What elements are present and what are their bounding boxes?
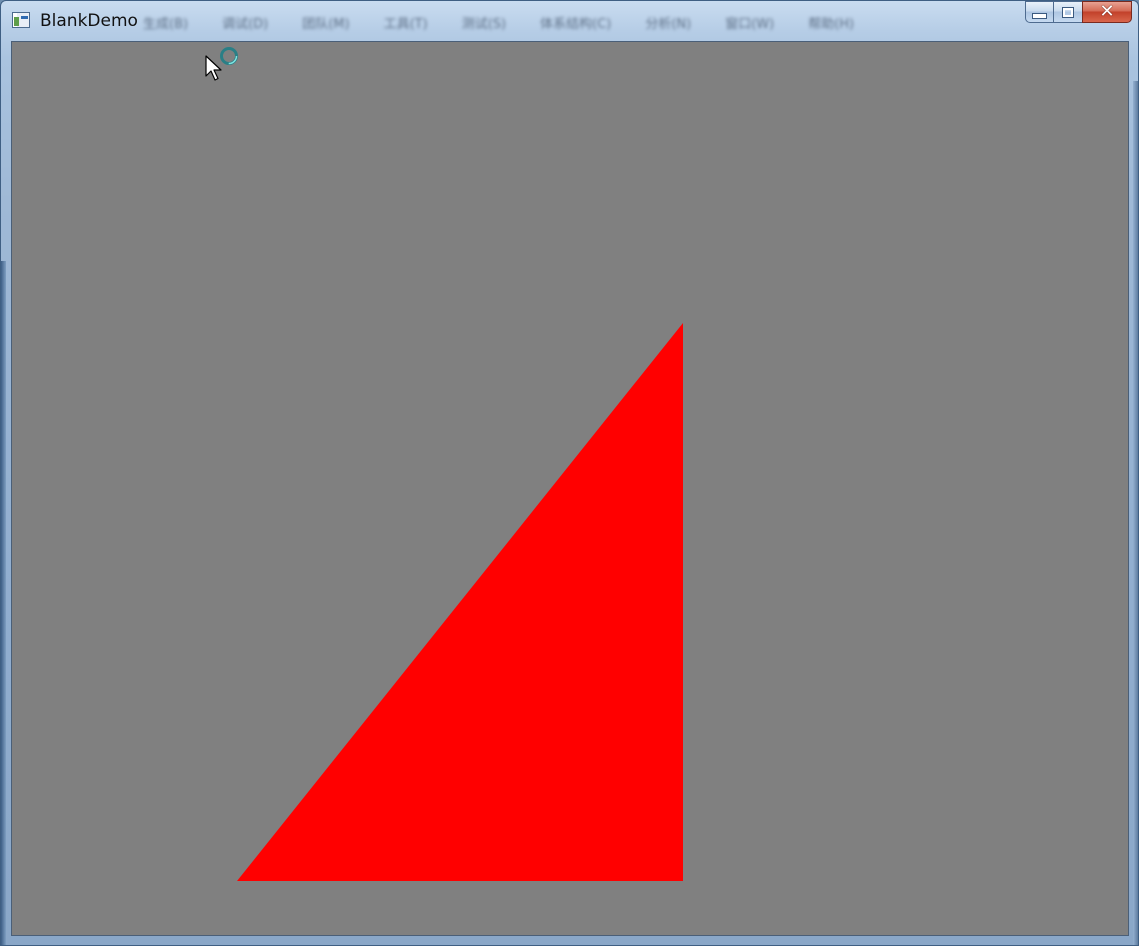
menu-item-test: 测试(S) — [461, 17, 507, 32]
close-icon: ✕ — [1099, 1, 1115, 22]
red-triangle-shape — [237, 323, 683, 881]
menu-item-debug: 调试(D) — [222, 17, 269, 32]
minimize-icon — [1032, 13, 1047, 19]
window-left-border — [1, 261, 6, 945]
title-bar[interactable]: BlankDemo 生成(B) 调试(D) 团队(M) 工具(T) 测试(S) … — [1, 1, 1138, 41]
window-title: BlankDemo — [40, 11, 138, 31]
minimize-button[interactable] — [1025, 1, 1053, 23]
menu-item-team: 团队(M) — [302, 17, 350, 32]
menu-item-window: 窗口(W) — [725, 17, 775, 32]
menu-item-tools: 工具(T) — [383, 17, 428, 32]
maximize-icon — [1062, 6, 1074, 18]
menu-item-build: 生成(B) — [143, 17, 189, 32]
app-window: BlankDemo 生成(B) 调试(D) 团队(M) 工具(T) 测试(S) … — [0, 0, 1139, 946]
menu-item-architecture: 体系结构(C) — [540, 17, 612, 32]
close-button[interactable]: ✕ — [1082, 1, 1132, 23]
menu-item-help: 帮助(H) — [808, 17, 855, 32]
menu-item-analyze: 分析(N) — [645, 17, 692, 32]
background-menu-strip: 生成(B) 调试(D) 团队(M) 工具(T) 测试(S) 体系结构(C) 分析… — [143, 13, 888, 35]
caption-buttons: ✕ — [1025, 1, 1132, 29]
maximize-button[interactable] — [1053, 1, 1082, 23]
red-triangle — [237, 323, 683, 881]
busy-arrow-cursor-icon — [205, 47, 238, 81]
render-canvas[interactable] — [11, 41, 1129, 936]
application-icon[interactable] — [12, 12, 30, 28]
window-right-border — [1133, 81, 1138, 945]
